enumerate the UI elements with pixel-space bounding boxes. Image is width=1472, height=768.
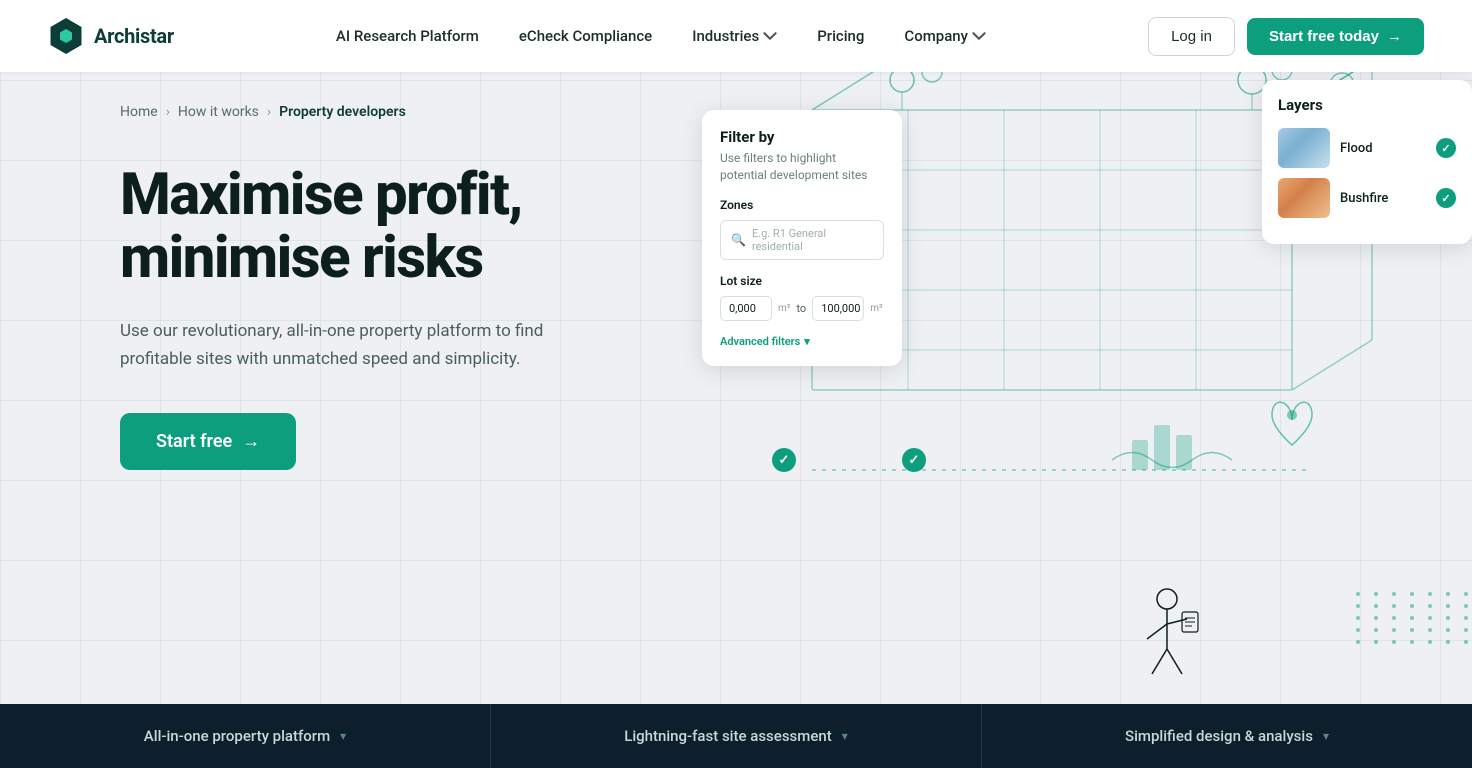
breadcrumb-sep-1: ›: [166, 104, 170, 120]
bottom-item-property-platform[interactable]: All-in-one property platform ▾: [0, 704, 491, 768]
hero-subtitle: Use our revolutionary, all-in-one proper…: [120, 317, 560, 373]
chevron-down-icon: ▾: [1323, 729, 1329, 743]
breadcrumb-current: Property developers: [279, 104, 406, 120]
bottom-item-design-analysis[interactable]: Simplified design & analysis ▾: [982, 704, 1472, 768]
chevron-down-icon: [763, 29, 777, 43]
breadcrumb-home[interactable]: Home: [120, 104, 158, 120]
nav-links: AI Research Platform eCheck Compliance I…: [320, 19, 1002, 53]
breadcrumb-how-it-works[interactable]: How it works: [178, 104, 259, 120]
bottom-bar: All-in-one property platform ▾ Lightning…: [0, 704, 1472, 768]
nav-company[interactable]: Company: [888, 19, 1002, 53]
start-free-today-button[interactable]: Start free today →: [1247, 18, 1424, 55]
logo-text: Archistar: [94, 24, 174, 48]
breadcrumb-sep-2: ›: [267, 104, 271, 120]
nav-ai-research[interactable]: AI Research Platform: [320, 19, 495, 53]
logo-icon: [48, 18, 84, 54]
hero-left: Maximise profit, minimise risks Use our …: [120, 144, 560, 470]
nav-actions: Log in Start free today →: [1148, 17, 1424, 56]
login-button[interactable]: Log in: [1148, 17, 1235, 56]
nav-industries[interactable]: Industries: [676, 19, 793, 53]
chevron-down-icon: ▾: [340, 729, 346, 743]
logo-link[interactable]: Archistar: [48, 18, 174, 54]
hero-section: Home › How it works › Property developer…: [0, 0, 1472, 704]
breadcrumb: Home › How it works › Property developer…: [0, 72, 1472, 144]
nav-pricing[interactable]: Pricing: [801, 19, 880, 53]
bottom-item-site-assessment[interactable]: Lightning-fast site assessment ▾: [491, 704, 982, 768]
chevron-down-icon: ▾: [842, 729, 848, 743]
start-free-button[interactable]: Start free →: [120, 413, 296, 470]
chevron-down-icon: [972, 29, 986, 43]
hero-title: Maximise profit, minimise risks: [120, 164, 560, 289]
navbar: Archistar AI Research Platform eCheck Co…: [0, 0, 1472, 72]
hero-body: Maximise profit, minimise risks Use our …: [0, 144, 1472, 704]
nav-echeck[interactable]: eCheck Compliance: [503, 19, 668, 53]
